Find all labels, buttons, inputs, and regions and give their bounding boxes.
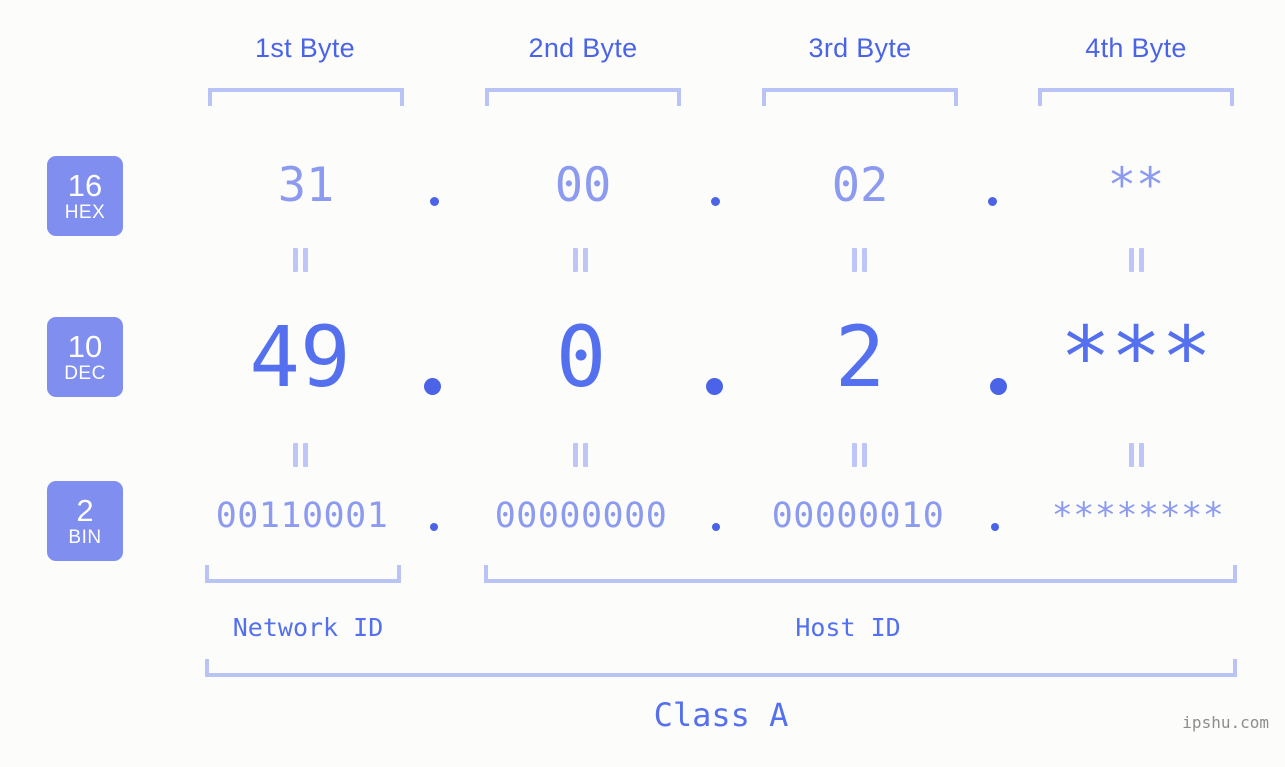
- equals-mark-hex-dec-4: [1128, 248, 1145, 272]
- radix-badge-bin-name: BIN: [68, 527, 102, 548]
- bin-byte-4: ********: [1051, 496, 1225, 536]
- radix-badge-hex-number: 16: [67, 168, 103, 203]
- radix-badge-bin-number: 2: [76, 493, 94, 528]
- byte-header-3: 3rd Byte: [808, 33, 912, 63]
- hex-dot-separator-3: [988, 197, 997, 206]
- equals-mark-dec-bin-2: [572, 443, 589, 467]
- equals-mark-hex-dec-1: [292, 248, 309, 272]
- equals-mark-dec-bin-3: [851, 443, 868, 467]
- hex-byte-1: 31: [277, 158, 335, 213]
- bin-byte-2: 00000000: [494, 496, 668, 536]
- hex-dot-separator-2: [711, 197, 720, 206]
- byte-header-2: 2nd Byte: [528, 33, 638, 63]
- radix-badge-dec: 10 DEC: [47, 317, 123, 397]
- bin-byte-3: 00000010: [771, 496, 945, 536]
- hex-byte-3: 02: [831, 158, 889, 213]
- byte-bracket-top-3: [762, 88, 958, 106]
- class-label: Class A: [653, 696, 789, 734]
- byte-header-4: 4th Byte: [1085, 33, 1187, 63]
- radix-badge-dec-number: 10: [67, 329, 103, 364]
- dec-byte-3: 2: [834, 308, 886, 406]
- bin-dot-separator-2: [712, 523, 720, 531]
- network-id-label: Network ID: [232, 613, 384, 642]
- byte-bracket-top-1: [208, 88, 404, 106]
- dec-byte-1: 49: [249, 308, 351, 406]
- hex-byte-2: 00: [554, 158, 612, 213]
- equals-mark-dec-bin-4: [1128, 443, 1145, 467]
- network-id-bracket: [205, 565, 401, 583]
- dec-byte-4: ***: [1060, 308, 1212, 406]
- bin-dot-separator-3: [991, 523, 999, 531]
- byte-bracket-top-2: [485, 88, 681, 106]
- ip-address-breakdown-diagram: 1st Byte 2nd Byte 3rd Byte 4th Byte 16 H…: [0, 0, 1285, 767]
- byte-bracket-top-4: [1038, 88, 1234, 106]
- equals-mark-hex-dec-2: [572, 248, 589, 272]
- host-id-bracket: [484, 565, 1237, 583]
- hex-byte-4: **: [1107, 158, 1165, 213]
- bin-byte-1: 00110001: [215, 496, 389, 536]
- site-watermark: ipshu.com: [1182, 713, 1269, 732]
- hex-dot-separator-1: [430, 197, 439, 206]
- bin-dot-separator-1: [430, 523, 438, 531]
- dec-dot-separator-1: [424, 378, 441, 395]
- dec-byte-2: 0: [555, 308, 607, 406]
- radix-badge-hex-name: HEX: [64, 202, 106, 223]
- radix-badge-bin: 2 BIN: [47, 481, 123, 561]
- host-id-label: Host ID: [795, 613, 901, 642]
- byte-header-1: 1st Byte: [255, 33, 355, 63]
- class-bracket: [205, 659, 1237, 677]
- radix-badge-hex: 16 HEX: [47, 156, 123, 236]
- equals-mark-hex-dec-3: [851, 248, 868, 272]
- dec-dot-separator-3: [990, 378, 1007, 395]
- radix-badge-dec-name: DEC: [64, 363, 106, 384]
- equals-mark-dec-bin-1: [292, 443, 309, 467]
- dec-dot-separator-2: [706, 378, 723, 395]
